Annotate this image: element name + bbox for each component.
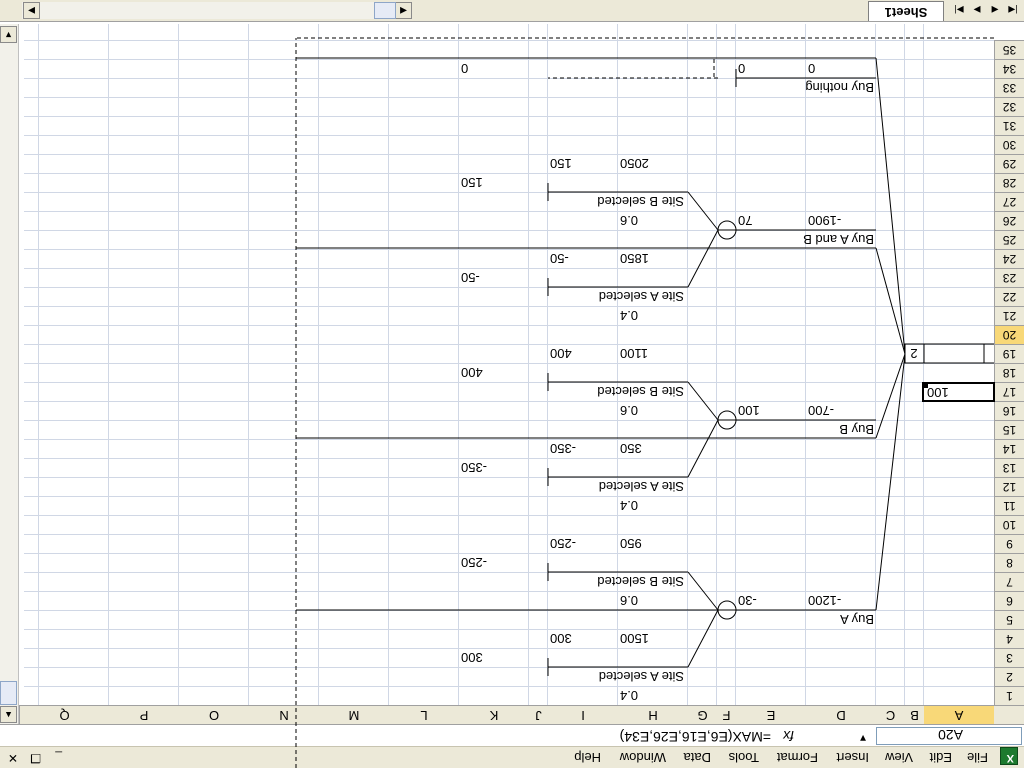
outcome-probability: 0.6 — [620, 403, 638, 418]
terminal-payoff: 400 — [461, 365, 483, 380]
terminal-payoff: 0 — [461, 61, 468, 76]
branch-expected-value: 0 — [738, 61, 745, 76]
outcome-value: 1850 — [620, 251, 649, 266]
outcome-value: 350 — [620, 441, 642, 456]
outcome-probability: 0.4 — [620, 688, 638, 703]
sheet-tab-bar: |◀ ◀ ▶ ▶| Sheet1 ◀ ▶ — [0, 0, 1024, 22]
terminal-payoff: -250 — [461, 555, 487, 570]
branch-expected-value: -30 — [738, 593, 757, 608]
terminal-payoff: -50 — [461, 270, 480, 285]
outcome-probability: 0.4 — [620, 498, 638, 513]
branch-expected-value: 100 — [738, 403, 760, 418]
last-sheet-icon[interactable]: ▶| — [952, 3, 966, 17]
horizontal-scrollbar[interactable]: ◀ ▶ — [22, 2, 412, 19]
outcome-value: 950 — [620, 536, 642, 551]
decision-tree: 100 2 Buy A -1200 -30 0.4 Site A selected 150… — [295, 37, 995, 768]
outcome-probability: 0.4 — [620, 308, 638, 323]
terminal-payoff: -350 — [461, 460, 487, 475]
outcome-value: 1100 — [620, 346, 648, 361]
outcome-payoff: 400 — [550, 346, 572, 361]
terminal-payoff: 150 — [461, 175, 483, 190]
outcome-payoff: -250 — [550, 536, 576, 551]
scroll-down-icon[interactable]: ▼ — [0, 26, 17, 43]
scroll-right-icon[interactable]: ▶ — [23, 2, 40, 19]
outcome-name: Site A selected — [599, 669, 684, 684]
outcome-value: 1500 — [620, 631, 649, 646]
horizontal-scroll-thumb[interactable] — [374, 2, 396, 19]
branch-cost: -1900 — [808, 213, 841, 228]
outcome-payoff: -50 — [550, 251, 569, 266]
outcome-name: Site B selected — [597, 384, 684, 399]
outcome-name: Site B selected — [597, 194, 684, 209]
outcome-name: Site A selected — [599, 289, 684, 304]
tab-sheet1[interactable]: Sheet1 — [868, 1, 944, 21]
branch-expected-value: 70 — [738, 213, 752, 228]
branch-cost: -1200 — [808, 593, 841, 608]
decision-node-label: 2 — [910, 346, 917, 361]
branch-name: Buy nothing — [805, 80, 874, 95]
branch-name: Buy A and B — [803, 232, 874, 247]
outcome-payoff: 150 — [550, 156, 572, 171]
vertical-scroll-thumb[interactable] — [0, 681, 17, 705]
outcome-payoff: -350 — [550, 441, 576, 456]
branch-cost: -700 — [808, 403, 834, 418]
outcome-probability: 0.6 — [620, 593, 638, 608]
outcome-name: Site B selected — [597, 574, 684, 589]
branch-cost: 0 — [808, 61, 815, 76]
excel-window: File Edit View Insert Format Tools Data … — [0, 0, 1024, 768]
outcome-name: Site A selected — [599, 479, 684, 494]
next-sheet-icon[interactable]: ▶ — [970, 3, 984, 17]
branch-name: Buy A — [840, 612, 874, 627]
scroll-left-icon[interactable]: ◀ — [395, 2, 412, 19]
first-sheet-icon[interactable]: |◀ — [1006, 3, 1020, 17]
terminal-payoff: 300 — [461, 650, 483, 665]
branch-name: Buy B — [839, 422, 874, 437]
outcome-probability: 0.6 — [620, 213, 638, 228]
scroll-up-icon[interactable]: ▲ — [0, 706, 17, 723]
vertical-scrollbar[interactable]: ▲ ▼ — [0, 24, 19, 724]
outcome-value: 2050 — [620, 156, 649, 171]
outcome-payoff: 300 — [550, 631, 572, 646]
prev-sheet-icon[interactable]: ◀ — [988, 3, 1002, 17]
active-cell-value: 100 — [927, 385, 949, 400]
